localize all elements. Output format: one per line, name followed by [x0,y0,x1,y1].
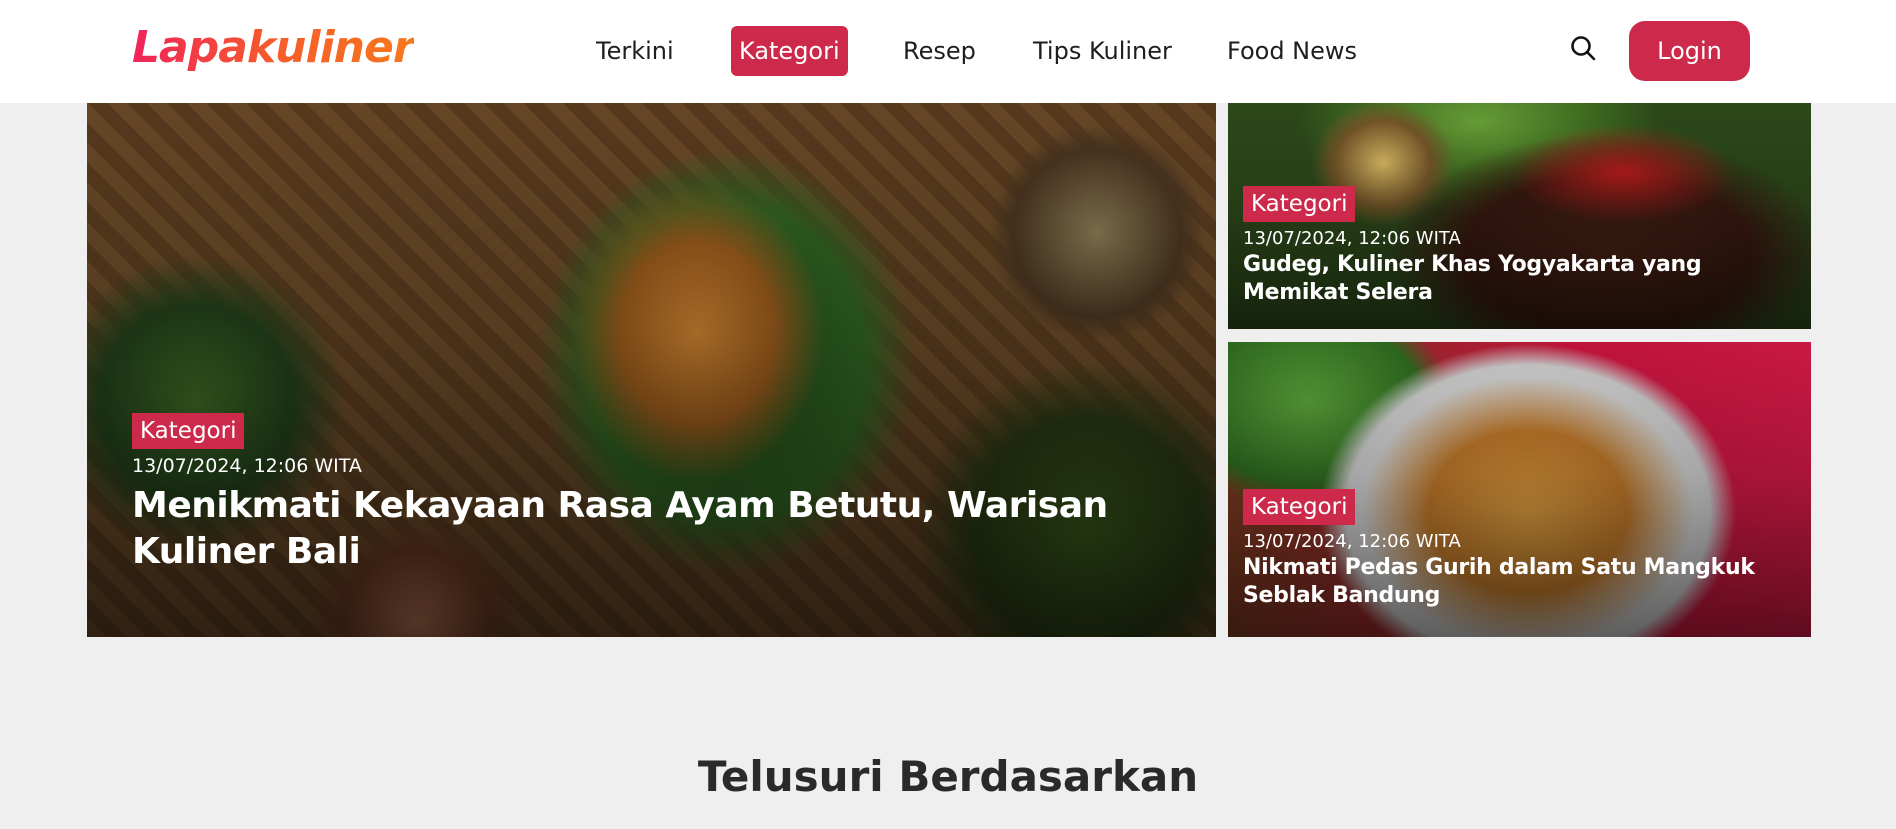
section-title: Telusuri Berdasarkan [697,752,1199,801]
article-date: 13/07/2024, 12:06 WITA [1243,531,1461,552]
featured-article-main[interactable]: Kategori 13/07/2024, 12:06 WITA Menikmat… [87,103,1216,637]
category-badge[interactable]: Kategori [132,413,245,449]
login-button[interactable]: Login [1629,21,1750,81]
featured-article-overlay: Kategori 13/07/2024, 12:06 WITA Nikmati … [1243,489,1803,610]
site-header: Lapakuliner Terkini Kategori Resep Tips … [0,0,1896,103]
featured-article-overlay: Kategori 13/07/2024, 12:06 WITA Menikmat… [132,413,1192,575]
featured-article-overlay: Kategori 13/07/2024, 12:06 WITA Gudeg, K… [1243,186,1803,307]
nav-item-tips-kuliner[interactable]: Tips Kuliner [1033,26,1172,76]
featured-article-side-2[interactable]: Kategori 13/07/2024, 12:06 WITA Nikmati … [1228,342,1811,637]
nav-item-resep[interactable]: Resep [903,26,976,76]
article-title[interactable]: Nikmati Pedas Gurih dalam Satu Mangkuk S… [1243,554,1803,610]
category-badge[interactable]: Kategori [1243,186,1356,222]
search-icon[interactable] [1568,33,1598,63]
article-title[interactable]: Menikmati Kekayaan Rasa Ayam Betutu, War… [132,483,1192,575]
nav-item-terkini[interactable]: Terkini [596,26,674,76]
article-date: 13/07/2024, 12:06 WITA [132,455,362,477]
nav-item-kategori[interactable]: Kategori [731,26,848,76]
category-badge[interactable]: Kategori [1243,489,1356,525]
site-logo[interactable]: Lapakuliner [132,22,415,73]
article-date: 13/07/2024, 12:06 WITA [1243,228,1461,249]
article-title[interactable]: Gudeg, Kuliner Khas Yogyakarta yang Memi… [1243,251,1803,307]
featured-article-side-1[interactable]: Kategori 13/07/2024, 12:06 WITA Gudeg, K… [1228,103,1811,329]
nav-item-food-news[interactable]: Food News [1227,26,1357,76]
